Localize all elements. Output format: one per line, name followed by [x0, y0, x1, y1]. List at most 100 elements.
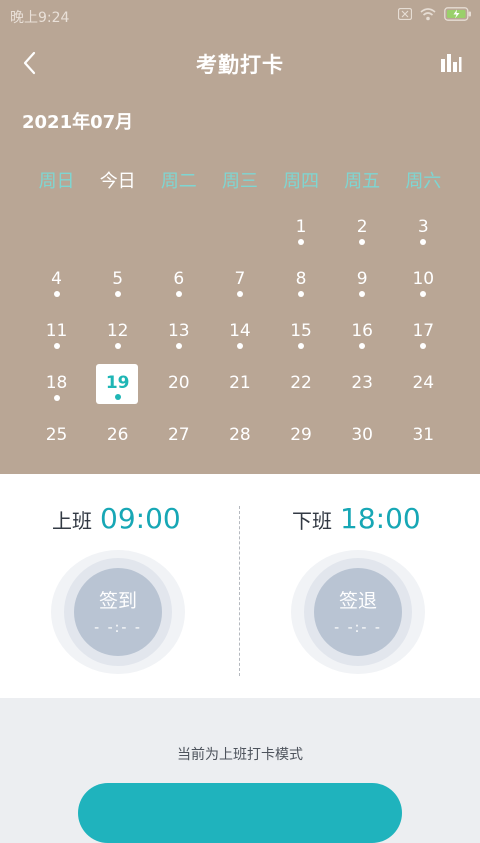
- check-in-record-time: - -:- -: [94, 620, 142, 636]
- calendar-day[interactable]: 24: [393, 364, 454, 416]
- day-number: 26: [106, 425, 129, 445]
- calendar-day-empty: [209, 208, 270, 260]
- attendance-dot: [420, 291, 427, 297]
- on-duty-label: 上班: [52, 509, 92, 533]
- day-number: 1: [295, 217, 307, 237]
- day-number: 10: [412, 269, 435, 289]
- calendar-day[interactable]: 31: [393, 416, 454, 468]
- calendar-day[interactable]: 16: [332, 312, 393, 364]
- off-duty-section: 下班 18:00 签退 - -:- -: [240, 474, 480, 698]
- calendar-day[interactable]: 23: [332, 364, 393, 416]
- weekday-label: 周六: [405, 171, 442, 192]
- title-bar: 考勤打卡: [0, 32, 480, 94]
- day-number: 4: [51, 269, 62, 289]
- calendar-day[interactable]: 4: [26, 260, 87, 312]
- bar-chart-icon: [441, 54, 462, 72]
- calendar-day[interactable]: 29: [271, 416, 332, 468]
- check-in-label: 签到: [98, 590, 137, 612]
- day-number: 24: [412, 373, 435, 393]
- calendar-day[interactable]: 26: [87, 416, 148, 468]
- day-number: 11: [45, 321, 68, 341]
- day-number: 6: [173, 269, 185, 289]
- calendar-day[interactable]: 18: [26, 364, 87, 416]
- attendance-dot: [53, 291, 60, 297]
- day-number: 14: [229, 321, 251, 341]
- calendar-day[interactable]: 1: [271, 208, 332, 260]
- attendance-dot: [359, 239, 366, 245]
- calendar-day[interactable]: 17: [393, 312, 454, 364]
- check-in-button[interactable]: 签到 - -:- -: [74, 568, 162, 656]
- calendar-week-row: 25 26 27 28 29 30 31: [26, 416, 454, 468]
- calendar-day[interactable]: 21: [209, 364, 270, 416]
- attendance-dot: [236, 343, 243, 349]
- calendar-day[interactable]: 3: [393, 208, 454, 260]
- on-duty-time: 09:00: [100, 502, 181, 535]
- calendar-day[interactable]: 6: [148, 260, 209, 312]
- attendance-dot: [298, 239, 305, 245]
- day-number: 23: [351, 373, 373, 393]
- day-number: 5: [112, 269, 124, 289]
- day-number: 9: [356, 269, 368, 289]
- punch-card: 上班 09:00 签到 - -:- - 下班 18:00 签退 - -:- -: [0, 474, 480, 698]
- attendance-dot: [53, 343, 60, 349]
- check-out-label: 签退: [338, 590, 377, 612]
- day-number: 28: [229, 425, 251, 445]
- calendar-day[interactable]: 30: [332, 416, 393, 468]
- attendance-dot: [298, 343, 305, 349]
- calendar-week-row: 11 12 13 14 15 16 17: [26, 312, 454, 364]
- off-duty-time: 18:00: [340, 502, 421, 535]
- weekday-header: 周日 今日 周二 周三 周四 周五 周六: [26, 167, 454, 193]
- month-label: 2021年07月: [22, 112, 134, 133]
- attendance-dot: [298, 291, 305, 297]
- off-duty-header: 下班 18:00: [292, 502, 421, 535]
- check-out-ring-inner: 签退 - -:- -: [304, 558, 412, 666]
- calendar-day[interactable]: 5: [87, 260, 148, 312]
- weekday-label: 周三: [221, 171, 258, 192]
- calendar-week-row: 1 2 3: [26, 208, 454, 260]
- status-time: 晚上9:24: [10, 10, 70, 26]
- day-number: 3: [417, 217, 429, 237]
- calendar-day[interactable]: 20: [148, 364, 209, 416]
- calendar-day[interactable]: 2: [332, 208, 393, 260]
- calendar-day[interactable]: 11: [26, 312, 87, 364]
- calendar-day[interactable]: 7: [209, 260, 270, 312]
- statistics-button[interactable]: [434, 46, 468, 80]
- check-in-ring-inner: 签到 - -:- -: [64, 558, 172, 666]
- calendar-day[interactable]: 12: [87, 312, 148, 364]
- calendar-day[interactable]: 8: [271, 260, 332, 312]
- off-duty-label: 下班: [292, 509, 332, 533]
- day-number: 2: [356, 217, 368, 237]
- day-number: 17: [412, 321, 435, 341]
- day-number: 25: [45, 425, 68, 445]
- punch-action-button[interactable]: [78, 783, 402, 843]
- day-number: 12: [106, 321, 129, 341]
- attendance-dot: [175, 291, 182, 297]
- day-number: 15: [290, 321, 312, 341]
- attendance-dot: [175, 343, 182, 349]
- day-number: 30: [351, 425, 373, 445]
- attendance-dot: [420, 343, 427, 349]
- calendar-day-empty: [148, 208, 209, 260]
- day-number: 20: [167, 373, 190, 393]
- calendar-day[interactable]: 28: [209, 416, 270, 468]
- battery-charging-icon: [444, 7, 471, 21]
- calendar-day[interactable]: 15: [271, 312, 332, 364]
- calendar-day-selected[interactable]: 19: [87, 364, 148, 416]
- calendar-week-row: 4 5 6 7 8 9 10: [26, 260, 454, 312]
- calendar-day[interactable]: 25: [26, 416, 87, 468]
- on-duty-section: 上班 09:00 签到 - -:- -: [0, 474, 240, 698]
- day-number: 8: [295, 269, 307, 289]
- check-out-button[interactable]: 签退 - -:- -: [314, 568, 402, 656]
- calendar-day[interactable]: 14: [209, 312, 270, 364]
- day-number: 7: [234, 269, 246, 289]
- calendar-day[interactable]: 9: [332, 260, 393, 312]
- calendar-day[interactable]: 27: [148, 416, 209, 468]
- calendar-day-empty: [26, 208, 87, 260]
- wifi-icon: [420, 7, 436, 20]
- calendar-day[interactable]: 13: [148, 312, 209, 364]
- weekday-label: 周四: [283, 171, 320, 192]
- attendance-dot: [420, 239, 427, 245]
- calendar-day[interactable]: 22: [271, 364, 332, 416]
- status-bar: 晚上9:24: [0, 0, 480, 32]
- calendar-day[interactable]: 10: [393, 260, 454, 312]
